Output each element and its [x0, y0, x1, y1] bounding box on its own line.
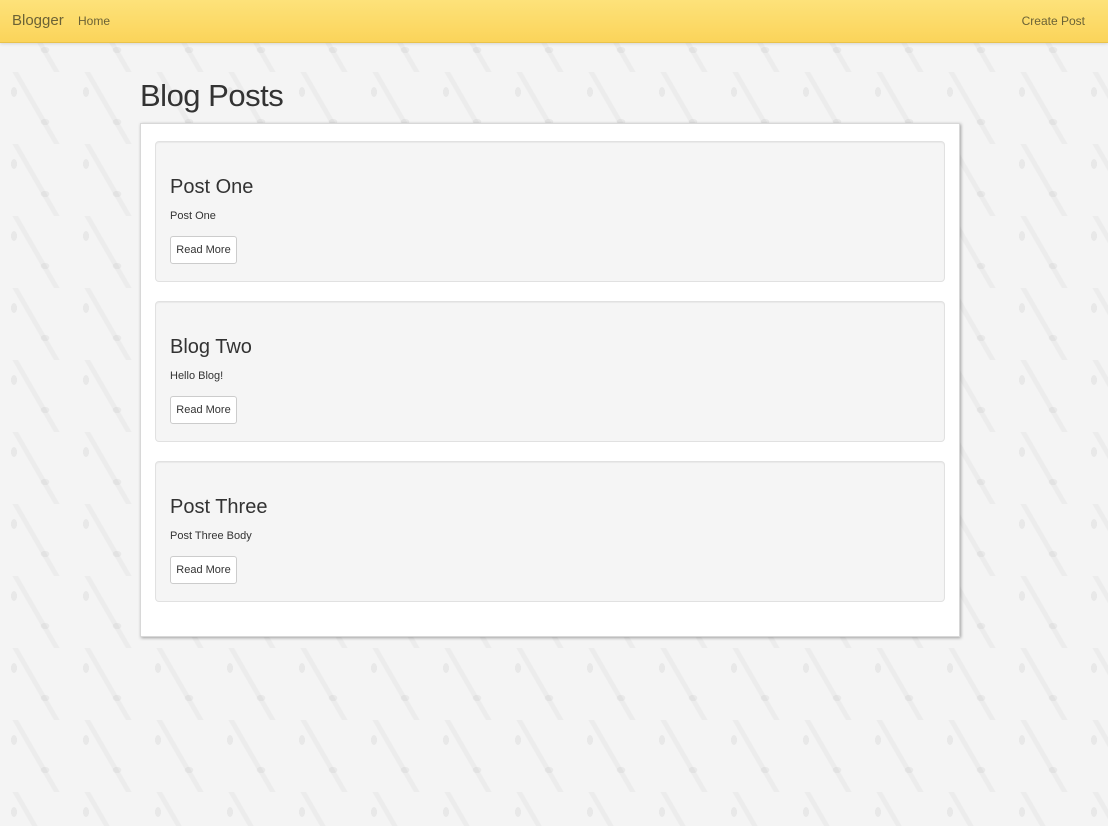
- post-title: Post Three: [170, 496, 268, 518]
- post-title: Blog Two: [170, 336, 252, 358]
- top-navbar: Blogger Home Create Post: [0, 0, 1108, 43]
- post-card: Post One Post One Read More: [155, 141, 945, 282]
- nav-create-post-link[interactable]: Create Post: [1022, 14, 1085, 28]
- page-title: Blog Posts: [140, 78, 284, 113]
- post-body: Post Three Body: [170, 530, 252, 542]
- read-more-button[interactable]: Read More: [170, 236, 237, 264]
- post-card: Post Three Post Three Body Read More: [155, 461, 945, 602]
- read-more-button[interactable]: Read More: [170, 556, 237, 584]
- post-title: Post One: [170, 176, 254, 198]
- post-body: Hello Blog!: [170, 370, 224, 382]
- brand-link[interactable]: Blogger: [12, 12, 64, 29]
- read-more-button[interactable]: Read More: [170, 396, 237, 424]
- nav-home-link[interactable]: Home: [78, 14, 110, 28]
- post-body: Post One: [170, 210, 216, 222]
- posts-panel: Post One Post One Read More Blog Two Hel…: [140, 123, 960, 637]
- post-card: Blog Two Hello Blog! Read More: [155, 301, 945, 442]
